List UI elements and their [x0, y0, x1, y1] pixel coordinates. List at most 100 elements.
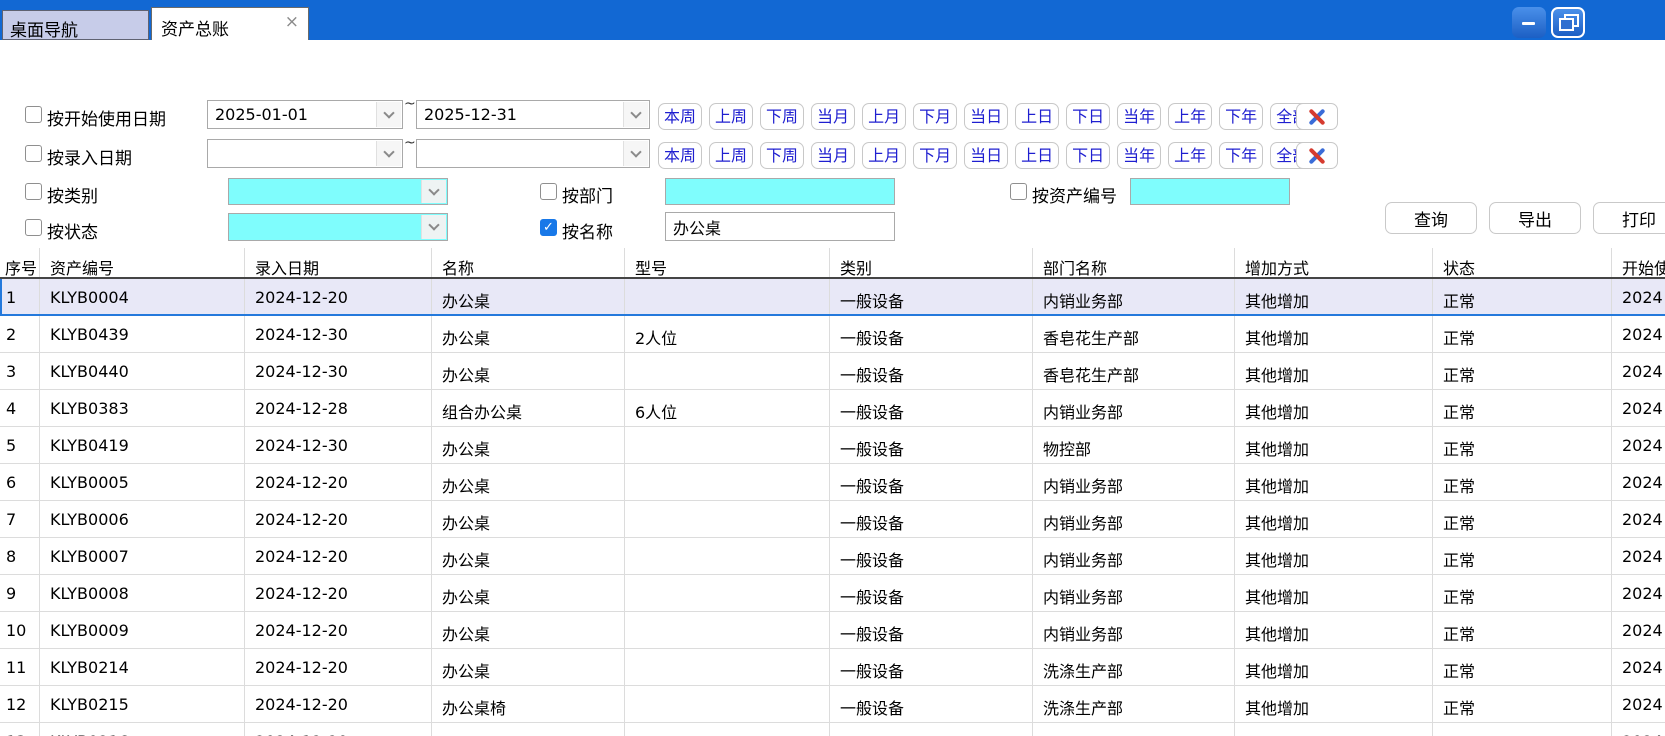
table-cell: 其他增加: [1235, 575, 1433, 611]
category-combo[interactable]: [228, 178, 448, 205]
table-cell: 7: [0, 501, 40, 537]
department-label: 按部门: [562, 187, 613, 207]
usage-date-to-combo[interactable]: 2025-12-31: [416, 100, 650, 129]
table-cell: 其他增加: [1235, 390, 1433, 426]
close-tab-icon[interactable]: ×: [285, 14, 299, 31]
quick-date-button[interactable]: 下月: [913, 103, 958, 130]
category-checkbox[interactable]: [25, 183, 42, 200]
quick-date-button[interactable]: 下周: [760, 103, 805, 130]
quick-date-button[interactable]: 上周: [709, 142, 754, 169]
quick-date-button[interactable]: 下日: [1066, 142, 1111, 169]
name-input[interactable]: [665, 212, 895, 241]
chevron-down-icon[interactable]: [623, 141, 648, 166]
table-cell: 一般设备: [830, 464, 1033, 500]
table-cell: 2024-12-20: [245, 649, 432, 685]
restore-window-button[interactable]: [1551, 7, 1585, 38]
table-row[interactable]: 5 KLYB0419 2024-12-30 办公桌 一般设备 物控部 其他增加 正常 2024: [0, 427, 1665, 464]
column-header[interactable]: 序号: [0, 248, 40, 277]
custom-range-tool-button[interactable]: [1296, 103, 1338, 130]
name-checkbox[interactable]: [540, 219, 557, 236]
column-header[interactable]: 类别: [830, 248, 1033, 277]
table-cell: 2024-12-28: [245, 390, 432, 426]
table-row[interactable]: 11 KLYB0214 2024-12-20 办公桌 一般设备 洗涤生产部 其他增加 正常 20…: [0, 649, 1665, 686]
quick-date-button[interactable]: 下年: [1219, 103, 1264, 130]
chevron-down-icon[interactable]: [623, 102, 648, 127]
column-header[interactable]: 增加方式: [1235, 248, 1433, 277]
status-combo[interactable]: [228, 213, 448, 241]
column-header[interactable]: 录入日期: [245, 248, 432, 277]
table-cell: 2024-12-30: [245, 427, 432, 463]
quick-date-button[interactable]: 上日: [1015, 103, 1060, 130]
usage-date-checkbox[interactable]: [25, 106, 42, 123]
table-cell: 2024: [1612, 538, 1665, 574]
table-row[interactable]: 10 KLYB0009 2024-12-20 办公桌 一般设备 内销业务部 其他增加 正常 20…: [0, 612, 1665, 649]
column-header[interactable]: 资产编号: [40, 248, 245, 277]
table-row[interactable]: 3 KLYB0440 2024-12-30 办公桌 一般设备 香皂花生产部 其他增加 正常 20…: [0, 353, 1665, 390]
column-header[interactable]: 名称: [432, 248, 625, 277]
custom-range-tool-button[interactable]: [1296, 142, 1338, 169]
quick-date-button[interactable]: 当年: [1117, 103, 1162, 130]
table-cell: 一般设备: [830, 427, 1033, 463]
quick-date-button[interactable]: 上月: [862, 142, 907, 169]
entry-date-to-combo[interactable]: [416, 139, 650, 168]
query-button[interactable]: 查询: [1385, 202, 1477, 234]
quick-date-button[interactable]: 下周: [760, 142, 805, 169]
table-cell: 一般设备: [830, 538, 1033, 574]
table-header-row: 序号资产编号录入日期名称型号类别部门名称增加方式状态开始使用日期: [0, 248, 1665, 279]
column-header[interactable]: 状态: [1433, 248, 1612, 277]
status-checkbox[interactable]: [25, 219, 42, 236]
column-header[interactable]: 部门名称: [1033, 248, 1235, 277]
quick-date-button[interactable]: 本周: [658, 103, 703, 130]
quick-date-button[interactable]: 当年: [1117, 142, 1162, 169]
restore-window-icon: [1559, 14, 1579, 31]
table-cell: 洗涤生产部: [1033, 686, 1235, 722]
table-row[interactable]: 1 KLYB0004 2024-12-20 办公桌 一般设备 内销业务部 其他增加 正常 202…: [0, 279, 1665, 316]
print-button[interactable]: 打印: [1593, 202, 1665, 234]
quick-date-button[interactable]: 当月: [811, 142, 856, 169]
range-tilde: ~: [404, 96, 416, 112]
table-row[interactable]: 7 KLYB0006 2024-12-20 办公桌 一般设备 内销业务部 其他增加 正常 202…: [0, 501, 1665, 538]
range-tilde: ~: [404, 135, 416, 151]
quick-date-button[interactable]: 上月: [862, 103, 907, 130]
export-button[interactable]: 导出: [1489, 202, 1581, 234]
tab-desktop-navigation[interactable]: 桌面导航: [2, 10, 149, 41]
minimize-button[interactable]: [1512, 7, 1546, 38]
asset-code-checkbox[interactable]: [1010, 183, 1027, 200]
usage-date-from-combo[interactable]: 2025-01-01: [207, 100, 403, 129]
asset-code-input[interactable]: [1130, 178, 1290, 205]
table-row[interactable]: 13KLYB02162024-12-20办公桌椅 一般设备物控部其他增加正常202…: [0, 723, 1665, 736]
column-header[interactable]: 型号: [625, 248, 830, 277]
quick-date-button[interactable]: 下日: [1066, 103, 1111, 130]
entry-date-checkbox[interactable]: [25, 145, 42, 162]
table-row[interactable]: 4 KLYB0383 2024-12-28 组合办公桌 6人位 一般设备 内销业务部 其他增加…: [0, 390, 1665, 427]
table-cell: 一般设备: [830, 390, 1033, 426]
quick-date-button[interactable]: 当月: [811, 103, 856, 130]
chevron-down-icon[interactable]: [421, 180, 446, 203]
entry-date-from-combo[interactable]: [207, 139, 403, 168]
quick-date-button[interactable]: 上周: [709, 103, 754, 130]
table-row[interactable]: 9 KLYB0008 2024-12-20 办公桌 一般设备 内销业务部 其他增加 正常 202…: [0, 575, 1665, 612]
table-row[interactable]: 2 KLYB0439 2024-12-30 办公桌 2人位 一般设备 香皂花生产部 其他增加正…: [0, 316, 1665, 353]
quick-date-button[interactable]: 当日: [964, 103, 1009, 130]
table-cell: 正常: [1433, 612, 1612, 648]
quick-date-button[interactable]: 上年: [1168, 103, 1213, 130]
table-cell: 组合办公桌: [432, 390, 625, 426]
table-row[interactable]: 8 KLYB0007 2024-12-20 办公桌 一般设备 内销业务部 其他增加 正常 202…: [0, 538, 1665, 575]
department-input[interactable]: [665, 178, 895, 205]
quick-date-button[interactable]: 当日: [964, 142, 1009, 169]
quick-date-button[interactable]: 本周: [658, 142, 703, 169]
chevron-down-icon[interactable]: [421, 215, 446, 239]
chevron-down-icon[interactable]: [376, 141, 401, 166]
quick-date-button[interactable]: 上年: [1168, 142, 1213, 169]
chevron-down-icon[interactable]: [376, 102, 401, 127]
table-row[interactable]: 6 KLYB0005 2024-12-20 办公桌 一般设备 内销业务部 其他增加 正常 202…: [0, 464, 1665, 501]
quick-date-button[interactable]: 上日: [1015, 142, 1060, 169]
table-cell: 香皂花生产部: [1033, 316, 1235, 352]
column-header[interactable]: 开始使用日期: [1612, 248, 1665, 277]
tab-asset-ledger[interactable]: 资产总账 ×: [151, 7, 309, 40]
quick-date-button[interactable]: 下月: [913, 142, 958, 169]
quick-date-button[interactable]: 下年: [1219, 142, 1264, 169]
table-cell: 一般设备: [830, 575, 1033, 611]
department-checkbox[interactable]: [540, 183, 557, 200]
table-row[interactable]: 12 KLYB0215 2024-12-20 办公桌椅 一般设备 洗涤生产部 其他增加 正常 2…: [0, 686, 1665, 723]
